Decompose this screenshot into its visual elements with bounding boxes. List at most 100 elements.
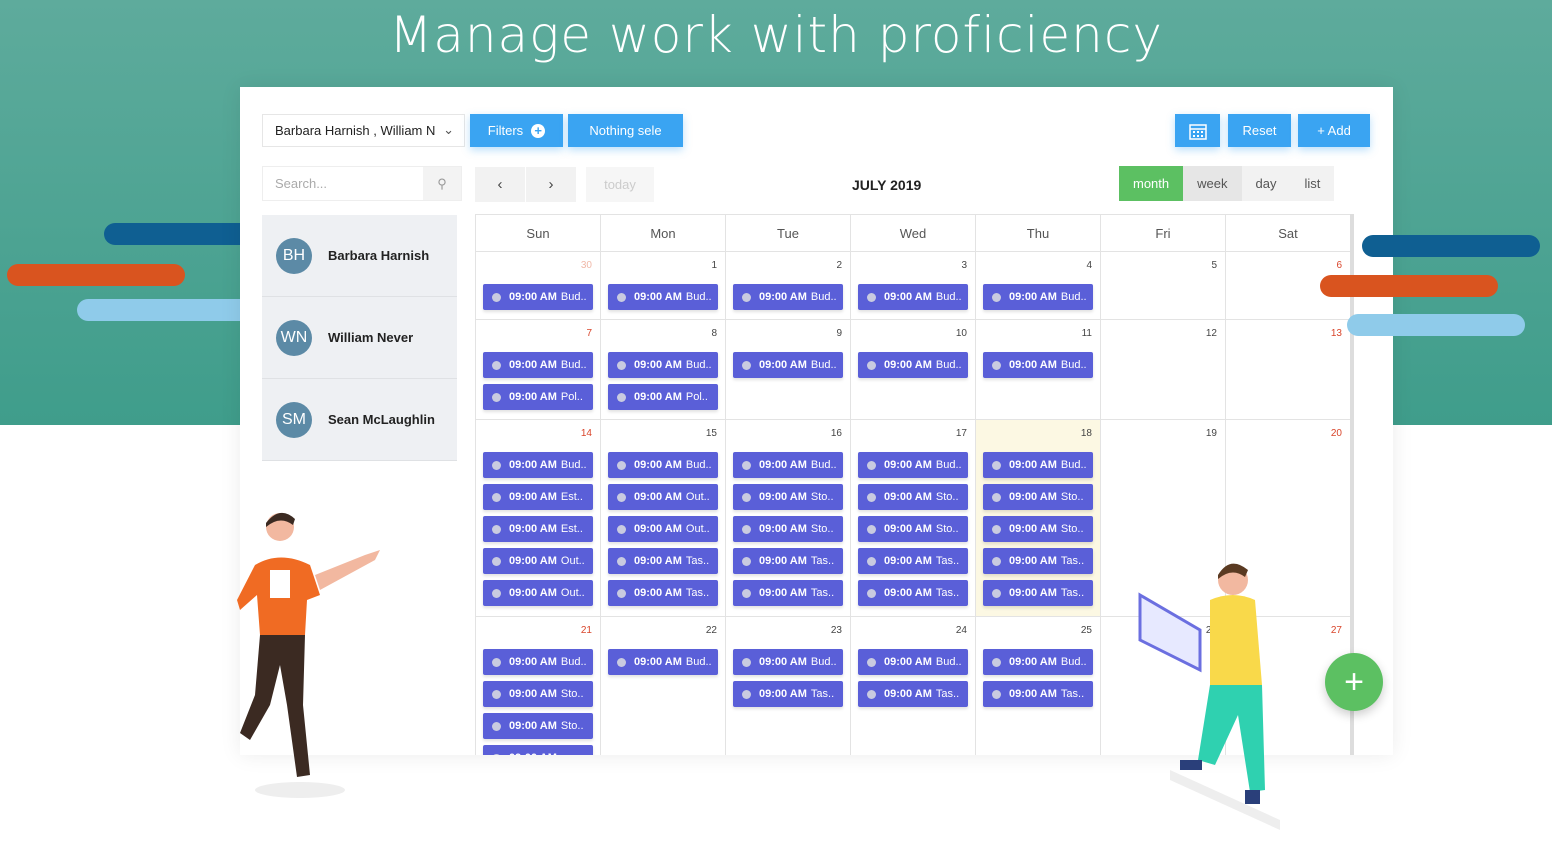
view-day[interactable]: day xyxy=(1241,166,1291,201)
day-cell[interactable]: 15 09:00 AM Bud.. 09:00 AM Out.. 09:00 AM Out.… xyxy=(601,420,726,616)
event-chip[interactable]: 09:00 AM xyxy=(483,745,593,755)
view-month[interactable]: month xyxy=(1119,166,1184,201)
event-time: 09:00 AM xyxy=(634,656,682,668)
day-cell[interactable]: 3 09:00 AM Bud.. xyxy=(851,252,976,319)
day-cell[interactable]: 2 09:00 AM Bud.. xyxy=(726,252,851,319)
day-cell[interactable]: 25 09:00 AM Bud.. 09:00 AM Tas.. xyxy=(976,617,1101,755)
add-event-fab[interactable]: + xyxy=(1325,653,1383,711)
event-chip[interactable]: 09:00 AM Tas.. xyxy=(733,548,843,574)
resource-item[interactable]: WN William Never xyxy=(262,297,457,379)
event-chip[interactable]: 09:00 AM Tas.. xyxy=(733,580,843,606)
event-chip[interactable]: 09:00 AM Bud.. xyxy=(983,649,1093,675)
event-chip[interactable]: 09:00 AM Tas.. xyxy=(983,548,1093,574)
event-chip[interactable]: 09:00 AM Bud.. xyxy=(608,352,718,378)
day-cell[interactable]: 4 09:00 AM Bud.. xyxy=(976,252,1101,319)
event-chip[interactable]: 09:00 AM Out.. xyxy=(483,548,593,574)
event-chip[interactable]: 09:00 AM Bud.. xyxy=(983,284,1093,310)
event-title: Bud.. xyxy=(810,459,837,471)
day-cell[interactable]: 18 09:00 AM Bud.. 09:00 AM Sto.. 09:00 AM Sto.… xyxy=(976,420,1101,616)
prev-button[interactable]: ‹ xyxy=(475,167,525,202)
day-cell[interactable]: 24 09:00 AM Bud.. 09:00 AM Tas.. xyxy=(851,617,976,755)
event-chip[interactable]: 09:00 AM Out.. xyxy=(608,484,718,510)
day-cell[interactable]: 12 xyxy=(1101,320,1226,419)
event-chip[interactable]: 09:00 AM Bud.. xyxy=(858,284,968,310)
event-chip[interactable]: 09:00 AM Sto.. xyxy=(983,516,1093,542)
event-time: 09:00 AM xyxy=(509,688,557,700)
filters-button[interactable]: Filters + xyxy=(470,114,563,147)
event-chip[interactable]: 09:00 AM Bud.. xyxy=(608,649,718,675)
day-cell[interactable]: 21 09:00 AM Bud.. 09:00 AM Sto.. 09:00 AM Sto.… xyxy=(476,617,601,755)
event-chip[interactable]: 09:00 AM Tas.. xyxy=(608,580,718,606)
day-cell[interactable]: 23 09:00 AM Bud.. 09:00 AM Tas.. xyxy=(726,617,851,755)
event-dot-icon xyxy=(742,524,751,534)
event-chip[interactable]: 09:00 AM Bud.. xyxy=(858,649,968,675)
event-chip[interactable]: 09:00 AM Pol.. xyxy=(608,384,718,410)
event-chip[interactable]: 09:00 AM Bud.. xyxy=(983,352,1093,378)
event-chip[interactable]: 09:00 AM Bud.. xyxy=(733,452,843,478)
event-chip[interactable]: 09:00 AM Tas.. xyxy=(858,681,968,707)
event-chip[interactable]: 09:00 AM Bud.. xyxy=(858,352,968,378)
calendar-picker-button[interactable] xyxy=(1175,114,1220,147)
search-icon[interactable]: ⚲ xyxy=(423,167,461,200)
event-chip[interactable]: 09:00 AM Bud.. xyxy=(733,284,843,310)
day-number: 7 xyxy=(586,328,592,339)
event-chip[interactable]: 09:00 AM Tas.. xyxy=(858,548,968,574)
event-chip[interactable]: 09:00 AM Sto.. xyxy=(858,484,968,510)
today-button[interactable]: today xyxy=(586,167,654,202)
event-chip[interactable]: 09:00 AM Bud.. xyxy=(733,352,843,378)
event-chip[interactable]: 09:00 AM Est.. xyxy=(483,484,593,510)
resource-item[interactable]: BH Barbara Harnish xyxy=(262,215,457,297)
next-button[interactable]: › xyxy=(526,167,576,202)
event-chip[interactable]: 09:00 AM Sto.. xyxy=(733,484,843,510)
day-cell[interactable]: 9 09:00 AM Bud.. xyxy=(726,320,851,419)
add-button[interactable]: + Add xyxy=(1298,114,1370,147)
event-chip[interactable]: 09:00 AM Sto.. xyxy=(483,713,593,739)
resource-select[interactable]: Barbara Harnish , William N ⌄ xyxy=(262,114,465,147)
day-cell[interactable]: 16 09:00 AM Bud.. 09:00 AM Sto.. 09:00 AM Sto.… xyxy=(726,420,851,616)
event-chip[interactable]: 09:00 AM Bud.. xyxy=(608,284,718,310)
day-cell[interactable]: 14 09:00 AM Bud.. 09:00 AM Est.. 09:00 AM Est.… xyxy=(476,420,601,616)
day-cell[interactable]: 7 09:00 AM Bud.. 09:00 AM Pol.. xyxy=(476,320,601,419)
decor-stripe xyxy=(77,299,255,321)
resource-item[interactable]: SM Sean McLaughlin xyxy=(262,379,457,461)
event-chip[interactable]: 09:00 AM Tas.. xyxy=(983,580,1093,606)
event-chip[interactable]: 09:00 AM Sto.. xyxy=(483,681,593,707)
event-chip[interactable]: 09:00 AM Sto.. xyxy=(983,484,1093,510)
event-chip[interactable]: 09:00 AM Tas.. xyxy=(983,681,1093,707)
event-chip[interactable]: 09:00 AM Bud.. xyxy=(483,284,593,310)
event-chip[interactable]: 09:00 AM Est.. xyxy=(483,516,593,542)
event-chip[interactable]: 09:00 AM Tas.. xyxy=(608,548,718,574)
event-chip[interactable]: 09:00 AM Out.. xyxy=(608,516,718,542)
day-cell[interactable]: 30 09:00 AM Bud.. xyxy=(476,252,601,319)
event-chip[interactable]: 09:00 AM Tas.. xyxy=(858,580,968,606)
day-cell[interactable]: 11 09:00 AM Bud.. xyxy=(976,320,1101,419)
reset-button[interactable]: Reset xyxy=(1228,114,1291,147)
nothing-selected-dropdown[interactable]: Nothing sele xyxy=(568,114,683,147)
event-chip[interactable]: 09:00 AM Bud.. xyxy=(608,452,718,478)
day-cell[interactable]: 10 09:00 AM Bud.. xyxy=(851,320,976,419)
event-time: 09:00 AM xyxy=(759,291,807,303)
event-chip[interactable]: 09:00 AM Sto.. xyxy=(858,516,968,542)
event-chip[interactable]: 09:00 AM Tas.. xyxy=(733,681,843,707)
event-title: Tas.. xyxy=(935,688,960,700)
event-chip[interactable]: 09:00 AM Bud.. xyxy=(733,649,843,675)
event-chip[interactable]: 09:00 AM Sto.. xyxy=(733,516,843,542)
event-chip[interactable]: 09:00 AM Bud.. xyxy=(483,452,593,478)
event-chip[interactable]: 09:00 AM Pol.. xyxy=(483,384,593,410)
day-cell[interactable]: 5 xyxy=(1101,252,1226,319)
view-week[interactable]: week xyxy=(1183,166,1242,201)
event-chip[interactable]: 09:00 AM Bud.. xyxy=(858,452,968,478)
event-title: Tas.. xyxy=(1060,555,1085,567)
day-cell[interactable]: 17 09:00 AM Bud.. 09:00 AM Sto.. 09:00 AM Sto.… xyxy=(851,420,976,616)
view-list[interactable]: list xyxy=(1290,166,1335,201)
event-chip[interactable]: 09:00 AM Bud.. xyxy=(983,452,1093,478)
day-cell[interactable]: 13 xyxy=(1226,320,1351,419)
event-chip[interactable]: 09:00 AM Bud.. xyxy=(483,352,593,378)
search-input[interactable]: Search... ⚲ xyxy=(262,166,462,201)
day-cell[interactable]: 1 09:00 AM Bud.. xyxy=(601,252,726,319)
day-cell[interactable]: 22 09:00 AM Bud.. xyxy=(601,617,726,755)
event-chip[interactable]: 09:00 AM Bud.. xyxy=(483,649,593,675)
event-chip[interactable]: 09:00 AM Out.. xyxy=(483,580,593,606)
event-dot-icon xyxy=(617,292,626,302)
day-cell[interactable]: 8 09:00 AM Bud.. 09:00 AM Pol.. xyxy=(601,320,726,419)
